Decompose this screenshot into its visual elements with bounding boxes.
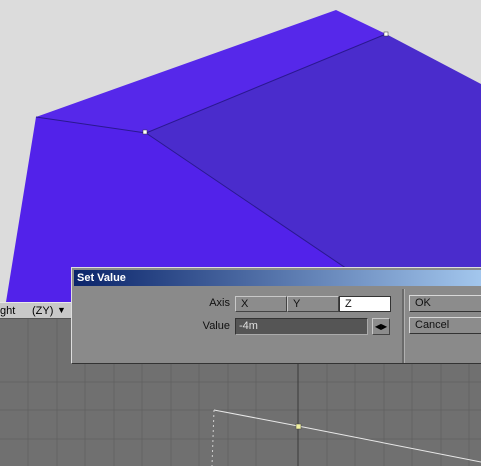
selected-point[interactable]	[383, 31, 389, 37]
value-input[interactable]: -4m	[235, 318, 368, 335]
mesh-polygons	[6, 10, 481, 302]
axis-x-button[interactable]: X	[235, 296, 287, 312]
set-value-dialog: Set Value Axis X Y Z Value -4m ◀▶ OK Can…	[71, 267, 481, 364]
axis-y-button[interactable]: Y	[287, 296, 339, 312]
axis-label: Axis	[209, 297, 230, 309]
value-label: Value	[202, 320, 230, 332]
viewport-header[interactable]: ght (ZY) ▼	[0, 302, 72, 319]
dialog-divider	[402, 289, 405, 363]
selected-point[interactable]	[295, 423, 302, 430]
ok-button[interactable]: OK	[409, 295, 481, 312]
viewport-axis[interactable]: (ZY)	[32, 305, 53, 317]
perspective-viewport[interactable]	[0, 0, 481, 302]
cancel-button[interactable]: Cancel	[409, 317, 481, 334]
drag-arrows-icon: ◀▶	[374, 322, 388, 331]
viewport-name[interactable]: ght	[0, 305, 15, 317]
chevron-down-icon[interactable]: ▼	[57, 305, 66, 315]
value-stepper[interactable]: ◀▶	[372, 318, 390, 335]
dialog-titlebar[interactable]: Set Value	[74, 270, 481, 286]
axis-z-button[interactable]: Z	[339, 296, 391, 312]
dialog-title: Set Value	[77, 272, 126, 284]
selected-point[interactable]	[142, 129, 148, 135]
